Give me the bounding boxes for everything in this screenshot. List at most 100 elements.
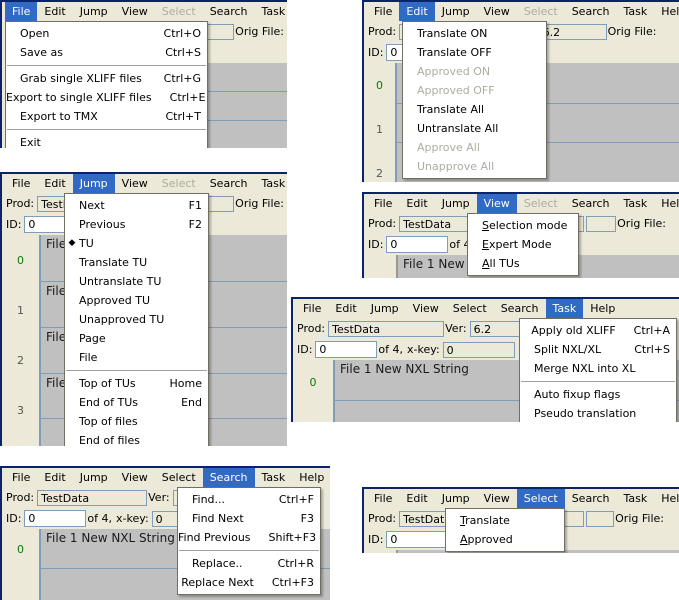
menubar-item-jump[interactable]: Jump bbox=[364, 299, 406, 318]
menubar-item-search[interactable]: Search bbox=[565, 2, 617, 21]
menu-item-translate[interactable]: Translate bbox=[446, 511, 564, 530]
menu-item-untranslate-all[interactable]: Untranslate All bbox=[403, 119, 546, 138]
menubar-item-jump[interactable]: Jump bbox=[73, 2, 115, 21]
menubar-item-search[interactable]: Search bbox=[203, 174, 255, 193]
menubar-view[interactable]: FileEditJumpViewSelectSearchTaskHelp bbox=[364, 194, 679, 213]
menubar-item-view[interactable]: View bbox=[115, 468, 155, 487]
prod-field[interactable]: TestData bbox=[328, 320, 445, 337]
menu-item-end-of-files[interactable]: End of files bbox=[65, 431, 208, 446]
menubar-item-view[interactable]: View bbox=[406, 299, 446, 318]
menubar-item-task[interactable]: Task bbox=[255, 174, 288, 193]
menubar-search[interactable]: File Edit Jump View Select Search Task Help bbox=[2, 468, 330, 487]
menu-jump-dropdown[interactable]: Next F1 Previous F2 ◆ TU Translate TU Untransla… bbox=[64, 193, 209, 446]
menu-item-top-of-files[interactable]: Top of files bbox=[65, 412, 208, 431]
menubar-item-edit[interactable]: Edit bbox=[37, 174, 72, 193]
menubar-item-task[interactable]: Task bbox=[545, 299, 584, 318]
menu-item-file[interactable]: File bbox=[65, 348, 208, 367]
grid-row[interactable] bbox=[208, 119, 287, 148]
menu-item-pseudo-translation[interactable]: Pseudo translation bbox=[520, 404, 676, 422]
id-field[interactable]: 0 bbox=[24, 510, 87, 527]
menubar-task[interactable]: File Edit Jump View Select Search Task Help bbox=[293, 299, 679, 318]
menu-edit-dropdown[interactable]: Translate ON Translate OFF Approved ON Appr… bbox=[402, 21, 547, 179]
menu-item-selection-mode[interactable]: Selection mode bbox=[468, 216, 578, 235]
menubar-jump[interactable]: FileEditJumpViewSelectSearchTaskHelp bbox=[2, 174, 287, 193]
ver-field-box[interactable] bbox=[586, 215, 617, 232]
menu-item-previous[interactable]: Previous F2 bbox=[65, 215, 208, 234]
menubar-item-select[interactable]: Select bbox=[155, 468, 203, 487]
menubar-item-file[interactable]: File bbox=[5, 468, 37, 487]
menubar-item-jump[interactable]: Jump bbox=[435, 194, 477, 213]
prod-field[interactable]: TestData bbox=[37, 489, 148, 506]
menu-item-find[interactable]: Find... Ctrl+F bbox=[178, 490, 320, 509]
menubar-item-help[interactable]: Help bbox=[583, 299, 622, 318]
menubar-item-search[interactable]: Search bbox=[494, 299, 546, 318]
menubar-item-edit[interactable]: Edit bbox=[399, 2, 435, 21]
menubar-item-select[interactable]: Select bbox=[155, 174, 203, 193]
menubar-item-view[interactable]: View bbox=[477, 2, 517, 21]
menu-item-find-next[interactable]: Find Next F3 bbox=[178, 509, 320, 528]
menubar-item-edit[interactable]: Edit bbox=[399, 194, 434, 213]
id-field[interactable]: 0 bbox=[315, 341, 378, 358]
menu-select-dropdown[interactable]: Translate Approved bbox=[445, 508, 565, 552]
menubar-item-view[interactable]: View bbox=[115, 2, 155, 21]
menu-item-find-previous[interactable]: Find Previous Shift+F3 bbox=[178, 528, 320, 547]
menubar-item-file[interactable]: File bbox=[296, 299, 328, 318]
menubar-item-task[interactable]: Task bbox=[255, 2, 288, 21]
menubar-item-task[interactable]: Task bbox=[617, 2, 655, 21]
menu-item-next[interactable]: Next F1 bbox=[65, 196, 208, 215]
menubar-item-help[interactable]: Help bbox=[654, 2, 679, 21]
menu-item-grab-single-xliff-files[interactable]: Grab single XLIFF files Ctrl+G bbox=[6, 69, 207, 88]
menu-item-apply-old-xliff[interactable]: Apply old XLIFF Ctrl+A bbox=[520, 321, 676, 340]
orig-file-box[interactable] bbox=[205, 23, 235, 40]
menu-item-open[interactable]: Open Ctrl+O bbox=[6, 24, 207, 43]
menubar-item-edit[interactable]: Edit bbox=[37, 468, 72, 487]
menu-item-translate-off[interactable]: Translate OFF bbox=[403, 43, 546, 62]
menu-item-translate-all[interactable]: Translate All bbox=[403, 100, 546, 119]
menu-item-expert-mode[interactable]: Expert Mode bbox=[468, 235, 578, 254]
menu-item-translate-on[interactable]: Translate ON bbox=[403, 24, 546, 43]
menubar-item-select[interactable]: Select bbox=[516, 489, 565, 508]
grid-row[interactable] bbox=[208, 91, 287, 119]
grid-row[interactable] bbox=[208, 63, 287, 91]
menubar-item-view[interactable]: View bbox=[477, 489, 517, 508]
menubar-edit[interactable]: FileEditJumpViewSelectSearchTaskHelp bbox=[364, 2, 679, 21]
menu-item-translate-tu[interactable]: Translate TU bbox=[65, 253, 208, 272]
menubar-file[interactable]: FileEditJumpViewSelectSearchTaskHelp bbox=[2, 2, 287, 21]
menubar-item-edit[interactable]: Edit bbox=[328, 299, 363, 318]
id-field[interactable]: 0 bbox=[386, 236, 449, 253]
menu-item-save-as[interactable]: Save as Ctrl+S bbox=[6, 43, 207, 62]
menubar-item-help[interactable]: Help bbox=[292, 468, 330, 487]
menubar-item-file[interactable]: File bbox=[367, 489, 399, 508]
menubar-item-help[interactable]: Help bbox=[654, 489, 679, 508]
menubar-item-view[interactable]: View bbox=[115, 174, 155, 193]
menubar-item-search[interactable]: Search bbox=[202, 468, 255, 487]
ver-field[interactable]: 6.2 bbox=[538, 23, 607, 40]
ver-field-box[interactable] bbox=[586, 510, 615, 527]
menubar-item-search[interactable]: Search bbox=[565, 489, 617, 508]
menubar-item-search[interactable]: Search bbox=[203, 2, 255, 21]
menu-item-approved-tu[interactable]: Approved TU bbox=[65, 291, 208, 310]
xkey-field[interactable]: 0 bbox=[442, 341, 515, 358]
menu-item-exit[interactable]: Exit bbox=[6, 133, 207, 148]
menu-item-tu[interactable]: ◆ TU bbox=[65, 234, 208, 253]
menu-item-approved[interactable]: Approved bbox=[446, 530, 564, 549]
menu-item-replace-next[interactable]: Replace Next Ctrl+F3 bbox=[178, 573, 320, 592]
menubar-item-file[interactable]: File bbox=[367, 2, 399, 21]
menu-item-split-nxl-xl[interactable]: Split NXL/XL Ctrl+S bbox=[520, 340, 676, 359]
menu-item-export-to-tmx[interactable]: Export to TMX Ctrl+T bbox=[6, 107, 207, 126]
menubar-item-search[interactable]: Search bbox=[565, 194, 617, 213]
menubar-item-jump[interactable]: Jump bbox=[72, 174, 115, 193]
menubar-item-select[interactable]: Select bbox=[517, 194, 565, 213]
menu-item-end-of-tus[interactable]: End of TUs End bbox=[65, 393, 208, 412]
menubar-item-help[interactable]: Help bbox=[654, 194, 679, 213]
menubar-select[interactable]: FileEditJumpViewSelectSearchTaskHelp bbox=[364, 489, 679, 508]
menubar-item-select[interactable]: Select bbox=[517, 2, 565, 21]
menubar-item-task[interactable]: Task bbox=[255, 468, 293, 487]
grid-column[interactable] bbox=[207, 63, 287, 148]
menubar-item-view[interactable]: View bbox=[476, 194, 517, 213]
menubar-item-task[interactable]: Task bbox=[617, 194, 655, 213]
menu-file-dropdown[interactable]: Open Ctrl+O Save as Ctrl+S Grab single XLIFF… bbox=[5, 21, 208, 148]
menu-item-all-tus[interactable]: All TUs bbox=[468, 254, 578, 273]
menu-item-replace[interactable]: Replace.. Ctrl+R bbox=[178, 554, 320, 573]
menubar-item-jump[interactable]: Jump bbox=[73, 468, 115, 487]
